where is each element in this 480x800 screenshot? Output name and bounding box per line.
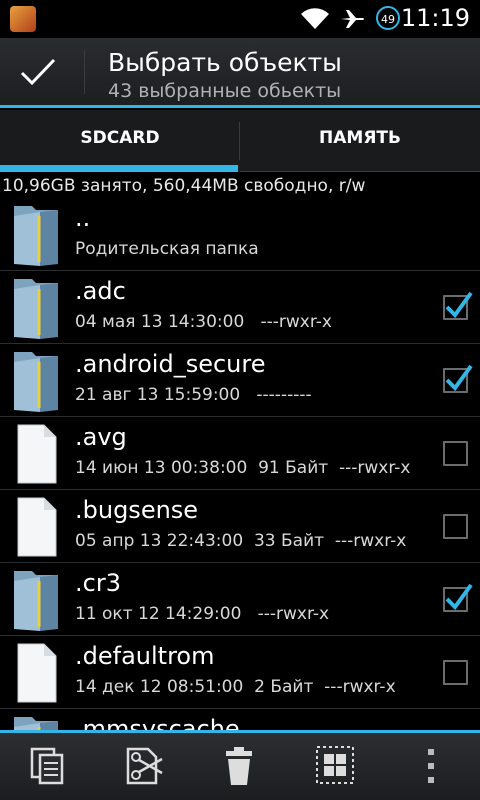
- file-meta: 21 авг 13 15:59:00 ---------: [75, 385, 312, 405]
- folder-icon: [12, 275, 60, 339]
- file-name: .avg: [75, 423, 127, 451]
- list-item[interactable]: .defaultrom 14 дек 12 08:51:00 2 Байт ---…: [0, 636, 480, 709]
- page-title: Выбрать объекты: [108, 48, 342, 77]
- status-bar: 49 11:19: [0, 0, 480, 38]
- wifi-icon: [301, 8, 329, 29]
- file-name: .defaultrom: [75, 642, 215, 670]
- select-checkbox[interactable]: [443, 660, 468, 685]
- file-list: .. Родительская папка .adc 04 мая 13 14:30:…: [0, 198, 480, 730]
- list-item[interactable]: .cr3 11 окт 12 14:29:00 ---rwxr-x: [0, 563, 480, 636]
- selection-count: 43 выбранные обьекты: [108, 80, 342, 102]
- app-notification-icon: [10, 6, 36, 32]
- overflow-menu-icon[interactable]: [406, 743, 456, 789]
- list-item[interactable]: .. Родительская папка: [0, 198, 480, 271]
- file-name: .bugsense: [75, 496, 199, 524]
- tab-sdcard[interactable]: SDCARD: [0, 110, 240, 172]
- folder-icon: [12, 567, 60, 631]
- file-icon: [12, 421, 60, 485]
- file-name: .adc: [75, 277, 126, 305]
- storage-tabs: SDCARD ПАМЯТЬ: [0, 110, 480, 172]
- list-item[interactable]: .android_secure 21 авг 13 15:59:00 ------…: [0, 344, 480, 417]
- tab-memory-label: ПАМЯТЬ: [319, 128, 401, 148]
- cut-icon[interactable]: [118, 743, 168, 789]
- action-bar-divider: [84, 50, 85, 94]
- storage-info: 10,96GB занято, 560,44MB свободно, r/w: [2, 176, 366, 196]
- done-check-icon[interactable]: [18, 52, 58, 92]
- file-meta: 04 мая 13 14:30:00 ---rwxr-x: [75, 312, 332, 332]
- airplane-mode-icon: [341, 10, 364, 28]
- folder-icon: [12, 348, 60, 412]
- file-name: .cr3: [75, 569, 121, 597]
- file-name: .mmsyscache: [75, 715, 240, 730]
- file-meta: Родительская папка: [75, 239, 259, 259]
- select-checkbox[interactable]: [443, 441, 468, 466]
- file-meta: 11 окт 12 14:29:00 ---rwxr-x: [75, 604, 330, 624]
- list-item[interactable]: .adc 04 мая 13 14:30:00 ---rwxr-x: [0, 271, 480, 344]
- delete-icon[interactable]: [214, 743, 264, 789]
- file-name: .android_secure: [75, 350, 266, 378]
- file-meta: 05 апр 13 22:43:00 33 Байт ---rwxr-x: [75, 531, 407, 551]
- folder-icon: [12, 713, 60, 730]
- tab-memory[interactable]: ПАМЯТЬ: [240, 110, 480, 172]
- tab-underline: [240, 171, 480, 172]
- select-checkbox[interactable]: [443, 291, 473, 320]
- file-icon: [12, 640, 60, 704]
- list-item[interactable]: .mmsyscache: [0, 709, 480, 730]
- folder-icon: [12, 202, 60, 266]
- bottom-action-bar: [0, 730, 480, 800]
- select-checkbox[interactable]: [443, 364, 473, 393]
- file-icon: [12, 494, 60, 558]
- tab-active-indicator: [0, 165, 238, 172]
- battery-indicator: 49: [376, 6, 400, 30]
- list-item[interactable]: .bugsense 05 апр 13 22:43:00 33 Байт ---r…: [0, 490, 480, 563]
- file-meta: 14 дек 12 08:51:00 2 Байт ---rwxr-x: [75, 677, 396, 697]
- select-checkbox[interactable]: [443, 514, 468, 539]
- list-item[interactable]: .avg 14 июн 13 00:38:00 91 Байт ---rwxr-x: [0, 417, 480, 490]
- file-meta: 14 июн 13 00:38:00 91 Байт ---rwxr-x: [75, 458, 411, 478]
- action-bar: Выбрать объекты 43 выбранные обьекты: [0, 38, 480, 108]
- file-name: ..: [75, 204, 91, 232]
- clock: 11:19: [400, 4, 470, 32]
- tab-sdcard-label: SDCARD: [80, 128, 160, 148]
- select-checkbox[interactable]: [443, 583, 473, 612]
- select-all-icon[interactable]: [310, 743, 360, 789]
- copy-icon[interactable]: [22, 743, 72, 789]
